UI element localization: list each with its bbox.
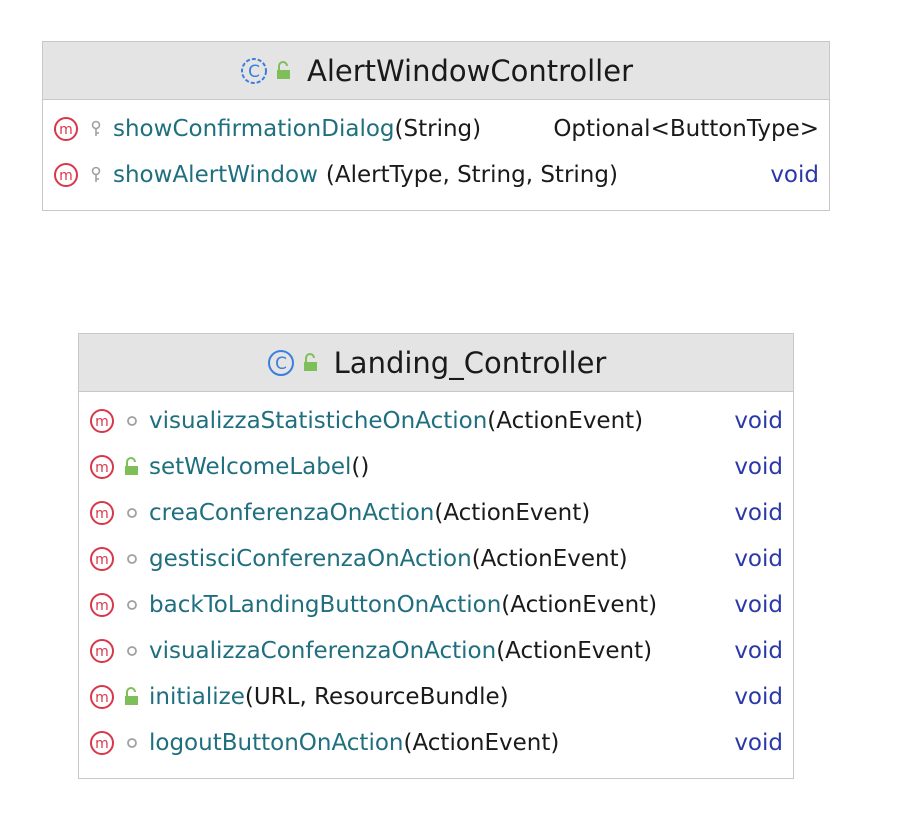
svg-text:m: m [95, 506, 109, 522]
class-box-landing-controller[interactable]: C Landing_Controller m visualizzaStatisti… [78, 333, 794, 779]
method-icon: m [89, 638, 115, 664]
class-header[interactable]: C AlertWindowController [43, 42, 829, 100]
class-icon-group: C [239, 56, 293, 86]
svg-text:C: C [275, 354, 287, 374]
public-lock-icon [303, 352, 317, 371]
method-name: visualizzaConferenzaOnAction [149, 638, 497, 664]
method-params: (ActionEvent) [496, 638, 653, 664]
package-dot-icon [119, 736, 145, 750]
method-row[interactable]: m backToLandingButtonOnAction (ActionEvent… [79, 582, 793, 628]
method-name: showAlertWindow [113, 162, 318, 188]
package-dot-icon [119, 552, 145, 566]
method-row[interactable]: m visualizzaStatisticheOnAction (ActionEve… [79, 398, 793, 444]
svg-text:m: m [95, 552, 109, 568]
method-return-type: void [734, 454, 783, 480]
class-icon-group: C [266, 348, 320, 378]
package-dot-icon [119, 644, 145, 658]
class-icon: C [267, 349, 294, 376]
method-icon: m [89, 730, 115, 756]
method-name: gestisciConferenzaOnAction [149, 546, 472, 572]
package-dot-icon [119, 414, 145, 428]
method-name: showConfirmationDialog [113, 116, 395, 142]
class-header[interactable]: C Landing_Controller [79, 334, 793, 392]
svg-text:m: m [95, 736, 109, 752]
method-params: (ActionEvent) [403, 730, 560, 756]
method-icon: m [89, 546, 115, 572]
class-name: AlertWindowController [306, 53, 634, 88]
svg-text:m: m [95, 414, 109, 430]
method-params: (ActionEvent) [434, 500, 591, 526]
method-return-type: void [734, 638, 783, 664]
method-row[interactable]: m visualizzaConferenzaOnAction (ActionEven… [79, 628, 793, 674]
method-icon: m [89, 592, 115, 618]
svg-text:m: m [95, 690, 109, 706]
package-dot-icon [119, 598, 145, 612]
method-row[interactable]: m showAlertWindow (AlertType, String, St… [43, 152, 829, 198]
class-icon: C [240, 57, 267, 84]
svg-text:m: m [95, 598, 109, 614]
class-name: Landing_Controller [333, 345, 607, 380]
package-dot-icon [119, 506, 145, 520]
method-name: setWelcomeLabel [149, 454, 352, 480]
method-icon: m [89, 408, 115, 434]
method-name: backToLandingButtonOnAction [149, 592, 502, 618]
svg-text:m: m [95, 644, 109, 660]
method-icon: m [53, 116, 79, 142]
method-return-type: void [770, 162, 819, 188]
method-return-type: void [734, 546, 783, 572]
method-icon: m [53, 162, 79, 188]
method-name: initialize [149, 684, 245, 710]
method-params: (ActionEvent) [471, 546, 628, 572]
method-name: creaConferenzaOnAction [149, 500, 435, 526]
method-params: (ActionEvent) [487, 408, 644, 434]
private-key-icon [83, 166, 109, 184]
method-row[interactable]: m showConfirmationDialog (String) Option… [43, 106, 829, 152]
method-return-type: void [734, 730, 783, 756]
method-row[interactable]: m setWelcomeLabel() void [79, 444, 793, 490]
method-row[interactable]: m logoutButtonOnAction (ActionEvent) void [79, 720, 793, 766]
public-lock-icon [276, 60, 290, 79]
method-return-type: void [734, 408, 783, 434]
method-return-type: void [734, 592, 783, 618]
method-params: (String) [394, 116, 482, 142]
method-return-type: void [734, 500, 783, 526]
method-name: visualizzaStatisticheOnAction [149, 408, 488, 434]
svg-text:m: m [59, 168, 73, 184]
method-row[interactable]: m initialize (URL, ResourceBundle) void [79, 674, 793, 720]
class-box-alert-window-controller[interactable]: C AlertWindowController m showConfirmati… [42, 41, 830, 211]
svg-text:C: C [248, 62, 260, 82]
method-row[interactable]: m creaConferenzaOnAction (ActionEvent) void [79, 490, 793, 536]
method-params: (AlertType, String, String) [325, 162, 618, 188]
svg-text:m: m [59, 122, 73, 138]
method-return-type: Optional<ButtonType> [553, 116, 819, 142]
method-return-type: void [734, 684, 783, 710]
public-lock-icon [119, 687, 145, 707]
svg-text:m: m [95, 460, 109, 476]
method-list: m visualizzaStatisticheOnAction (ActionEve… [79, 392, 793, 772]
method-row[interactable]: m gestisciConferenzaOnAction (ActionEvent)… [79, 536, 793, 582]
method-icon: m [89, 454, 115, 480]
method-params: (URL, ResourceBundle) [244, 684, 509, 710]
private-key-icon [83, 120, 109, 138]
method-params: () [351, 454, 370, 480]
method-name: logoutButtonOnAction [149, 730, 404, 756]
method-list: m showConfirmationDialog (String) Option… [43, 100, 829, 204]
public-lock-icon [119, 457, 145, 477]
method-icon: m [89, 500, 115, 526]
method-icon: m [89, 684, 115, 710]
method-params: (ActionEvent) [501, 592, 658, 618]
